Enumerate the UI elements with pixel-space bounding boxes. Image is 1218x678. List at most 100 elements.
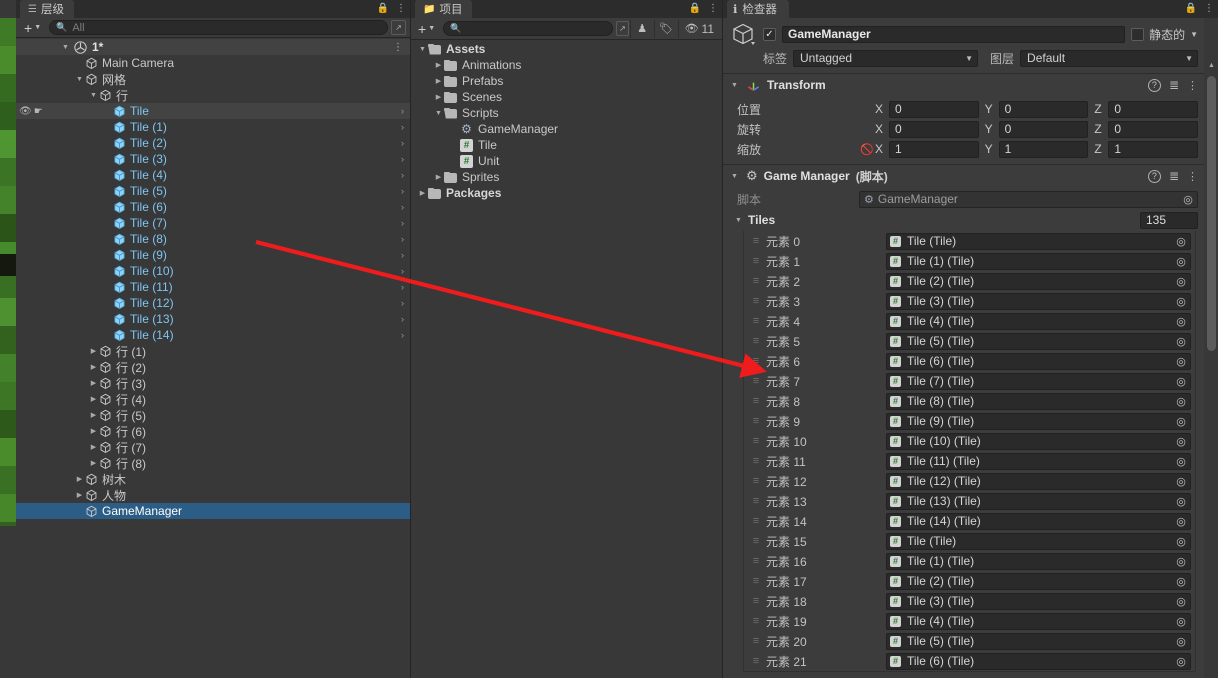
tiles-element-row[interactable]: ≡ 元素 13 # Tile (13) (Tile) ◎	[744, 491, 1195, 511]
chevron-right-icon[interactable]	[88, 395, 99, 403]
project-item-packages[interactable]: Packages	[411, 185, 722, 201]
object-picker-icon[interactable]: ◎	[1174, 614, 1188, 628]
object-picker-icon[interactable]: ◎	[1174, 594, 1188, 608]
tiles-element-row[interactable]: ≡ 元素 5 # Tile (5) (Tile) ◎	[744, 331, 1195, 351]
tiles-element-object-field[interactable]: # Tile (3) (Tile) ◎	[886, 292, 1191, 310]
label-icon[interactable]: 🏷	[656, 20, 677, 38]
hierarchy-item-网格[interactable]: 网格	[16, 71, 410, 87]
tiles-element-row[interactable]: ≡ 元素 7 # Tile (7) (Tile) ◎	[744, 371, 1195, 391]
object-picker-icon[interactable]: ◎	[1174, 534, 1188, 548]
axis-value-input[interactable]: 1	[1108, 140, 1199, 158]
chevron-down-icon[interactable]	[433, 110, 444, 117]
chevron-right-icon[interactable]: ›	[401, 199, 404, 215]
object-picker-icon[interactable]: ◎	[1174, 294, 1188, 308]
chevron-right-icon[interactable]	[88, 347, 99, 355]
tiles-element-object-field[interactable]: # Tile (2) (Tile) ◎	[886, 572, 1191, 590]
tiles-element-object-field[interactable]: # Tile (9) (Tile) ◎	[886, 412, 1191, 430]
hierarchy-item-树木[interactable]: 树木	[16, 471, 410, 487]
hierarchy-item-tile3[interactable]: Tile (3) ›	[16, 151, 410, 167]
tag-dropdown[interactable]: Untagged ▼	[793, 49, 979, 67]
chevron-right-icon[interactable]	[88, 379, 99, 387]
object-picker-icon[interactable]: ◎	[1174, 634, 1188, 648]
hierarchy-tree[interactable]: 1* ⋮ Main Camera网格行👁☛Tile›Tile (1)›Tile …	[16, 39, 410, 678]
axis-value-input[interactable]: 0	[1108, 120, 1199, 138]
lock-icon[interactable]: 🔒	[1185, 4, 1197, 14]
tiles-array-size-field[interactable]: 135	[1140, 211, 1198, 229]
chevron-right-icon[interactable]: ›	[401, 215, 404, 231]
chevron-right-icon[interactable]	[74, 475, 85, 483]
tiles-element-row[interactable]: ≡ 元素 1 # Tile (1) (Tile) ◎	[744, 251, 1195, 271]
hierarchy-item-行8[interactable]: 行 (8)	[16, 455, 410, 471]
hierarchy-scene-row[interactable]: 1* ⋮	[16, 39, 410, 55]
static-checkbox[interactable]	[1131, 27, 1145, 41]
chevron-right-icon[interactable]: ›	[401, 247, 404, 263]
tiles-element-row[interactable]: ≡ 元素 18 # Tile (3) (Tile) ◎	[744, 591, 1195, 611]
kebab-icon[interactable]: ⋮	[396, 4, 406, 14]
drag-handle-icon[interactable]: ≡	[746, 395, 766, 407]
object-picker-icon[interactable]: ◎	[1174, 494, 1188, 508]
kebab-icon[interactable]: ⋮	[1204, 4, 1214, 14]
gamemanager-script-header[interactable]: ⚙ Game Manager (脚本) ? ≣ ⋮	[723, 165, 1204, 187]
project-item-prefabs[interactable]: Prefabs	[411, 73, 722, 89]
chevron-down-icon[interactable]	[733, 217, 744, 224]
transform-header[interactable]: Transform ? ≣ ⋮	[723, 74, 1204, 96]
hierarchy-item-tile1[interactable]: Tile (1) ›	[16, 119, 410, 135]
project-tree[interactable]: Assets Animations Prefabs Scenes Scripts ⚙ Gam…	[411, 41, 722, 678]
object-picker-icon[interactable]: ◎	[1174, 414, 1188, 428]
scene-view-sliver[interactable]	[0, 18, 16, 526]
hierarchy-item-人物[interactable]: 人物	[16, 487, 410, 503]
hand-icon[interactable]: ☛	[34, 106, 43, 117]
chevron-right-icon[interactable]: ›	[401, 231, 404, 247]
object-picker-icon[interactable]: ◎	[1174, 454, 1188, 468]
gameobject-enabled-checkbox[interactable]: ✓	[763, 27, 776, 41]
drag-handle-icon[interactable]: ≡	[746, 355, 766, 367]
chevron-down-icon[interactable]	[729, 173, 740, 180]
tiles-element-row[interactable]: ≡ 元素 10 # Tile (10) (Tile) ◎	[744, 431, 1195, 451]
chevron-right-icon[interactable]: ›	[401, 167, 404, 183]
object-picker-icon[interactable]: ◎	[1181, 192, 1195, 206]
tiles-element-object-field[interactable]: # Tile (12) (Tile) ◎	[886, 472, 1191, 490]
chevron-right-icon[interactable]	[88, 443, 99, 451]
project-create-button[interactable]: + ▼	[414, 21, 439, 37]
chevron-down-icon[interactable]	[417, 46, 428, 53]
drag-handle-icon[interactable]: ≡	[746, 575, 766, 587]
tiles-element-object-field[interactable]: # Tile (2) (Tile) ◎	[886, 272, 1191, 290]
kebab-icon[interactable]: ⋮	[708, 4, 718, 14]
hierarchy-item-行1[interactable]: 行 (1)	[16, 343, 410, 359]
hierarchy-item-tile6[interactable]: Tile (6) ›	[16, 199, 410, 215]
chevron-right-icon[interactable]: ›	[401, 279, 404, 295]
drag-handle-icon[interactable]: ≡	[746, 235, 766, 247]
tiles-element-row[interactable]: ≡ 元素 17 # Tile (2) (Tile) ◎	[744, 571, 1195, 591]
chevron-right-icon[interactable]: ›	[401, 311, 404, 327]
object-picker-icon[interactable]: ◎	[1174, 394, 1188, 408]
tiles-element-object-field[interactable]: # Tile (4) (Tile) ◎	[886, 312, 1191, 330]
hierarchy-item-tile7[interactable]: Tile (7) ›	[16, 215, 410, 231]
chevron-right-icon[interactable]: ›	[401, 183, 404, 199]
drag-handle-icon[interactable]: ≡	[746, 295, 766, 307]
tiles-element-object-field[interactable]: # Tile (6) (Tile) ◎	[886, 652, 1191, 670]
chevron-right-icon[interactable]	[88, 459, 99, 467]
object-picker-icon[interactable]: ◎	[1174, 254, 1188, 268]
tiles-element-row[interactable]: ≡ 元素 6 # Tile (6) (Tile) ◎	[744, 351, 1195, 371]
tiles-element-object-field[interactable]: # Tile (3) (Tile) ◎	[886, 592, 1191, 610]
eye-icon[interactable]: 👁	[19, 106, 32, 117]
tiles-element-row[interactable]: ≡ 元素 15 # Tile (Tile) ◎	[744, 531, 1195, 551]
inspector-scroll-thumb[interactable]	[1207, 76, 1216, 351]
drag-handle-icon[interactable]: ≡	[746, 275, 766, 287]
object-picker-icon[interactable]: ◎	[1174, 314, 1188, 328]
search-filter-button[interactable]: ↗	[391, 20, 406, 35]
tiles-array-header[interactable]: Tiles 135	[729, 209, 1198, 231]
project-item-scripts[interactable]: Scripts	[411, 105, 722, 121]
chevron-down-icon[interactable]	[74, 76, 85, 83]
project-item-tile[interactable]: # Tile	[411, 137, 722, 153]
chevron-right-icon[interactable]: ›	[401, 263, 404, 279]
drag-handle-icon[interactable]: ≡	[746, 455, 766, 467]
hierarchy-item-tile2[interactable]: Tile (2) ›	[16, 135, 410, 151]
scene-kebab-icon[interactable]: ⋮	[393, 39, 403, 55]
hierarchy-item-tile14[interactable]: Tile (14) ›	[16, 327, 410, 343]
tiles-element-object-field[interactable]: # Tile (7) (Tile) ◎	[886, 372, 1191, 390]
drag-handle-icon[interactable]: ≡	[746, 495, 766, 507]
drag-handle-icon[interactable]: ≡	[746, 435, 766, 447]
chevron-right-icon[interactable]: ›	[401, 119, 404, 135]
tiles-element-row[interactable]: ≡ 元素 14 # Tile (14) (Tile) ◎	[744, 511, 1195, 531]
